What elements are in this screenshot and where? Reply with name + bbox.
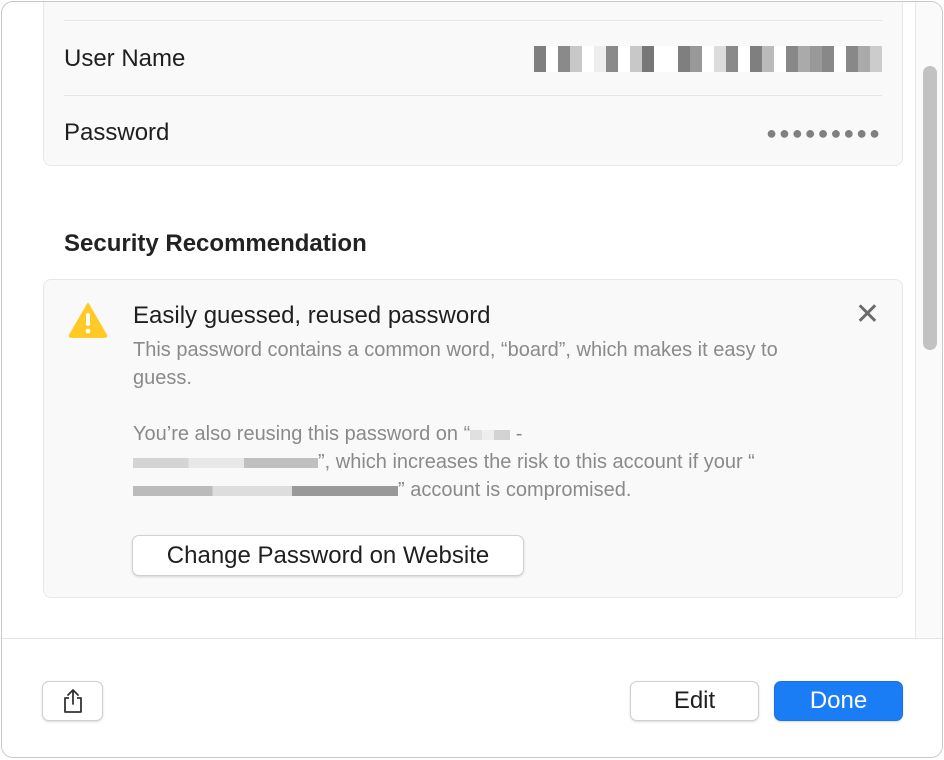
close-icon[interactable]: ✕ [855,300,880,330]
redaction-pixel [786,46,798,72]
reuse-prefix: You’re also reusing this password on “ [133,423,471,445]
reuse-dash: - [510,423,523,445]
redaction-pixel [666,46,678,72]
scrollbar-thumb[interactable] [923,66,937,350]
reuse-middle: ”, which increases the risk to this acco… [318,451,755,473]
warning-title: Easily guessed, reused password [133,302,491,329]
username-value-redacted[interactable] [534,46,882,72]
reuse-text: You’re also reusing this password on “ -… [133,420,813,504]
redaction-pixel [846,46,858,72]
redaction-pixel [582,46,594,72]
redaction-pixel [642,46,654,72]
redaction-pixel [726,46,738,72]
share-icon [63,689,82,713]
redaction-pixel [606,46,618,72]
redaction-pixel [714,46,726,72]
change-password-button[interactable]: Change Password on Website [132,535,524,576]
warning-triangle-icon [68,303,108,338]
redaction-pixel [798,46,810,72]
password-row[interactable]: Password ●●●●●●●●● [64,96,882,170]
redaction-pixel [738,46,750,72]
warning-description: This password contains a common word, “b… [133,336,813,504]
redaction-pixel [834,46,846,72]
redaction-pixel [630,46,642,72]
done-button[interactable]: Done [774,681,903,721]
detail-scroll-area: User Name Password ●●●●●●●●● Security Re… [2,2,942,638]
redaction-pixel [654,46,666,72]
redaction-pixel [774,46,786,72]
redacted-site [133,457,318,468]
redaction-pixel [618,46,630,72]
redaction-pixel [570,46,582,72]
username-row[interactable]: User Name [64,22,882,96]
security-recommendation-card: Easily guessed, reused password ✕ This p… [43,279,903,598]
redaction-pixel [546,46,558,72]
redaction-pixel [678,46,690,72]
reuse-suffix: ” account is compromised. [398,479,632,501]
footer-bar: Edit Done [2,638,942,757]
redaction-pixel [690,46,702,72]
redaction-pixel [750,46,762,72]
password-value[interactable]: ●●●●●●●●● [766,123,882,144]
common-word-text: This password contains a common word, “b… [133,339,778,389]
divider [64,20,882,21]
redaction-pixel [858,46,870,72]
redacted-account [133,485,398,496]
redaction-pixel [810,46,822,72]
redacted-site [470,429,511,440]
edit-button[interactable]: Edit [630,681,759,721]
redaction-pixel [762,46,774,72]
redaction-pixel [702,46,714,72]
vertical-scrollbar[interactable] [915,2,942,638]
username-label: User Name [64,45,186,72]
password-detail-window: User Name Password ●●●●●●●●● Security Re… [1,1,943,758]
redaction-pixel [870,46,882,72]
redaction-pixel [822,46,834,72]
share-button[interactable] [42,681,103,721]
security-heading: Security Recommendation [64,230,367,257]
password-label: Password [64,119,170,146]
redaction-pixel [558,46,570,72]
redaction-pixel [594,46,606,72]
redaction-pixel [534,46,546,72]
account-card: User Name Password ●●●●●●●●● [43,2,903,166]
